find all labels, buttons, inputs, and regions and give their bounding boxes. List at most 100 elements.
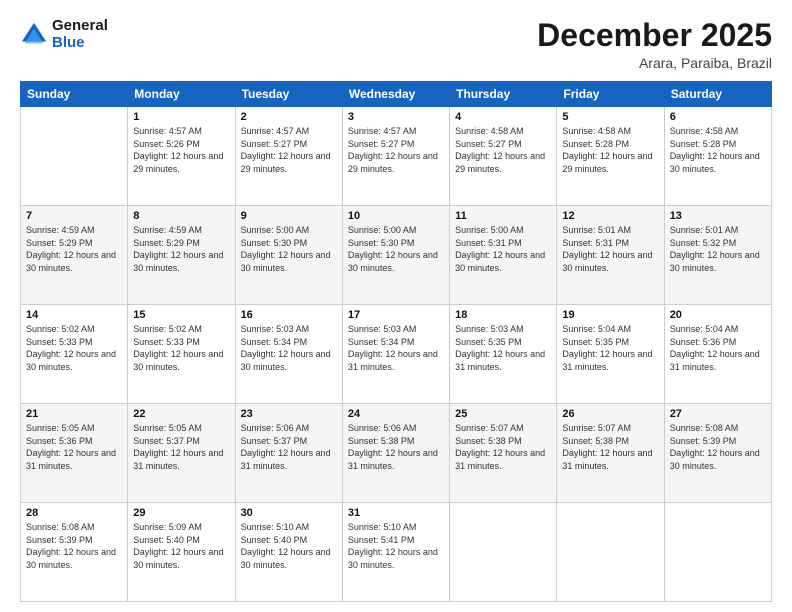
day-info-4-1: Sunrise: 5:09 AMSunset: 5:40 PMDaylight:…: [133, 521, 229, 571]
header-tuesday: Tuesday: [235, 82, 342, 107]
day-num-0-4: 4: [455, 111, 551, 123]
cell-4-4: [450, 503, 557, 602]
day-info-1-4: Sunrise: 5:00 AMSunset: 5:31 PMDaylight:…: [455, 224, 551, 274]
day-num-0-6: 6: [670, 111, 766, 123]
day-num-0-2: 2: [241, 111, 337, 123]
day-info-2-2: Sunrise: 5:03 AMSunset: 5:34 PMDaylight:…: [241, 323, 337, 373]
cell-4-0: 28 Sunrise: 5:08 AMSunset: 5:39 PMDayligh…: [21, 503, 128, 602]
day-info-1-6: Sunrise: 5:01 AMSunset: 5:32 PMDaylight:…: [670, 224, 766, 274]
week-row-1: 7Sunrise: 4:59 AMSunset: 5:29 PMDaylight…: [21, 206, 772, 305]
cell-2-5: 19Sunrise: 5:04 AMSunset: 5:35 PMDayligh…: [557, 305, 664, 404]
header-thursday: Thursday: [450, 82, 557, 107]
day-info-0-2: Sunrise: 4:57 AMSunset: 5:27 PMDaylight:…: [241, 125, 337, 175]
day-num-2-3: 17: [348, 309, 444, 321]
day-info-2-0: Sunrise: 5:02 AMSunset: 5:33 PMDaylight:…: [26, 323, 122, 373]
day-num-1-6: 13: [670, 210, 766, 222]
week-row-0: 1 Sunrise: 4:57 AMSunset: 5:26 PMDaylight…: [21, 107, 772, 206]
day-num-4-1: 29: [133, 507, 229, 519]
day-info-0-5: Sunrise: 4:58 AMSunset: 5:28 PMDaylight:…: [562, 125, 658, 175]
cell-0-4: 4 Sunrise: 4:58 AMSunset: 5:27 PMDaylight…: [450, 107, 557, 206]
day-info-4-3: Sunrise: 5:10 AMSunset: 5:41 PMDaylight:…: [348, 521, 444, 571]
day-info-1-2: Sunrise: 5:00 AMSunset: 5:30 PMDaylight:…: [241, 224, 337, 274]
calendar-table: Sunday Monday Tuesday Wednesday Thursday…: [20, 81, 772, 602]
day-info-2-3: Sunrise: 5:03 AMSunset: 5:34 PMDaylight:…: [348, 323, 444, 373]
cell-3-5: 26 Sunrise: 5:07 AMSunset: 5:38 PMDayligh…: [557, 404, 664, 503]
day-info-3-2: Sunrise: 5:06 AMSunset: 5:37 PMDaylight:…: [241, 422, 337, 472]
day-num-4-3: 31: [348, 507, 444, 519]
day-info-0-1: Sunrise: 4:57 AMSunset: 5:26 PMDaylight:…: [133, 125, 229, 175]
cell-4-5: [557, 503, 664, 602]
page: General Blue December 2025 Arara, Paraib…: [0, 0, 792, 612]
cell-2-6: 20 Sunrise: 5:04 AMSunset: 5:36 PMDayligh…: [664, 305, 771, 404]
day-num-3-4: 25: [455, 408, 551, 420]
day-info-0-6: Sunrise: 4:58 AMSunset: 5:28 PMDaylight:…: [670, 125, 766, 175]
day-num-0-3: 3: [348, 111, 444, 123]
day-num-3-1: 22: [133, 408, 229, 420]
month-title: December 2025: [537, 18, 772, 53]
day-num-3-0: 21: [26, 408, 122, 420]
day-num-1-1: 8: [133, 210, 229, 222]
day-num-2-2: 16: [241, 309, 337, 321]
cell-0-5: 5 Sunrise: 4:58 AMSunset: 5:28 PMDaylight…: [557, 107, 664, 206]
day-info-4-0: Sunrise: 5:08 AMSunset: 5:39 PMDaylight:…: [26, 521, 122, 571]
day-num-3-3: 24: [348, 408, 444, 420]
cell-1-0: 7Sunrise: 4:59 AMSunset: 5:29 PMDaylight…: [21, 206, 128, 305]
day-info-3-1: Sunrise: 5:05 AMSunset: 5:37 PMDaylight:…: [133, 422, 229, 472]
cell-1-6: 13 Sunrise: 5:01 AMSunset: 5:32 PMDayligh…: [664, 206, 771, 305]
day-info-1-1: Sunrise: 4:59 AMSunset: 5:29 PMDaylight:…: [133, 224, 229, 274]
day-num-0-1: 1: [133, 111, 229, 123]
day-num-4-0: 28: [26, 507, 122, 519]
day-info-2-1: Sunrise: 5:02 AMSunset: 5:33 PMDaylight:…: [133, 323, 229, 373]
cell-3-4: 25 Sunrise: 5:07 AMSunset: 5:38 PMDayligh…: [450, 404, 557, 503]
day-info-0-4: Sunrise: 4:58 AMSunset: 5:27 PMDaylight:…: [455, 125, 551, 175]
day-info-0-3: Sunrise: 4:57 AMSunset: 5:27 PMDaylight:…: [348, 125, 444, 175]
location: Arara, Paraiba, Brazil: [537, 55, 772, 71]
day-num-1-5: 12: [562, 210, 658, 222]
cell-3-3: 24 Sunrise: 5:06 AMSunset: 5:38 PMDayligh…: [342, 404, 449, 503]
header-sunday: Sunday: [21, 82, 128, 107]
cell-3-6: 27 Sunrise: 5:08 AMSunset: 5:39 PMDayligh…: [664, 404, 771, 503]
header: General Blue December 2025 Arara, Paraib…: [20, 18, 772, 71]
day-num-3-6: 27: [670, 408, 766, 420]
day-num-2-5: 19: [562, 309, 658, 321]
day-info-2-6: Sunrise: 5:04 AMSunset: 5:36 PMDaylight:…: [670, 323, 766, 373]
logo-text: General Blue: [52, 18, 108, 51]
day-num-1-2: 9: [241, 210, 337, 222]
day-num-4-2: 30: [241, 507, 337, 519]
week-row-2: 14 Sunrise: 5:02 AMSunset: 5:33 PMDayligh…: [21, 305, 772, 404]
logo: General Blue: [20, 18, 108, 51]
week-row-4: 28 Sunrise: 5:08 AMSunset: 5:39 PMDayligh…: [21, 503, 772, 602]
day-info-3-6: Sunrise: 5:08 AMSunset: 5:39 PMDaylight:…: [670, 422, 766, 472]
cell-0-3: 3 Sunrise: 4:57 AMSunset: 5:27 PMDaylight…: [342, 107, 449, 206]
cell-4-1: 29 Sunrise: 5:09 AMSunset: 5:40 PMDayligh…: [128, 503, 235, 602]
cell-2-0: 14 Sunrise: 5:02 AMSunset: 5:33 PMDayligh…: [21, 305, 128, 404]
cell-0-2: 2 Sunrise: 4:57 AMSunset: 5:27 PMDaylight…: [235, 107, 342, 206]
day-num-1-4: 11: [455, 210, 551, 222]
day-num-2-4: 18: [455, 309, 551, 321]
cell-0-1: 1 Sunrise: 4:57 AMSunset: 5:26 PMDaylight…: [128, 107, 235, 206]
day-info-3-5: Sunrise: 5:07 AMSunset: 5:38 PMDaylight:…: [562, 422, 658, 472]
day-num-2-0: 14: [26, 309, 122, 321]
day-info-3-4: Sunrise: 5:07 AMSunset: 5:38 PMDaylight:…: [455, 422, 551, 472]
logo-line2: Blue: [52, 35, 108, 52]
day-num-1-3: 10: [348, 210, 444, 222]
cell-1-4: 11 Sunrise: 5:00 AMSunset: 5:31 PMDayligh…: [450, 206, 557, 305]
logo-icon: [20, 21, 48, 49]
cell-2-4: 18Sunrise: 5:03 AMSunset: 5:35 PMDayligh…: [450, 305, 557, 404]
calendar-header-row: Sunday Monday Tuesday Wednesday Thursday…: [21, 82, 772, 107]
day-num-3-5: 26: [562, 408, 658, 420]
day-num-0-5: 5: [562, 111, 658, 123]
day-num-3-2: 23: [241, 408, 337, 420]
cell-2-2: 16 Sunrise: 5:03 AMSunset: 5:34 PMDayligh…: [235, 305, 342, 404]
logo-line1: General: [52, 18, 108, 35]
cell-3-0: 21Sunrise: 5:05 AMSunset: 5:36 PMDayligh…: [21, 404, 128, 503]
cell-3-1: 22 Sunrise: 5:05 AMSunset: 5:37 PMDayligh…: [128, 404, 235, 503]
cell-0-6: 6 Sunrise: 4:58 AMSunset: 5:28 PMDaylight…: [664, 107, 771, 206]
cell-2-1: 15 Sunrise: 5:02 AMSunset: 5:33 PMDayligh…: [128, 305, 235, 404]
day-num-2-1: 15: [133, 309, 229, 321]
header-saturday: Saturday: [664, 82, 771, 107]
cell-1-2: 9 Sunrise: 5:00 AMSunset: 5:30 PMDaylight…: [235, 206, 342, 305]
day-num-2-6: 20: [670, 309, 766, 321]
day-info-3-3: Sunrise: 5:06 AMSunset: 5:38 PMDaylight:…: [348, 422, 444, 472]
cell-4-3: 31 Sunrise: 5:10 AMSunset: 5:41 PMDayligh…: [342, 503, 449, 602]
